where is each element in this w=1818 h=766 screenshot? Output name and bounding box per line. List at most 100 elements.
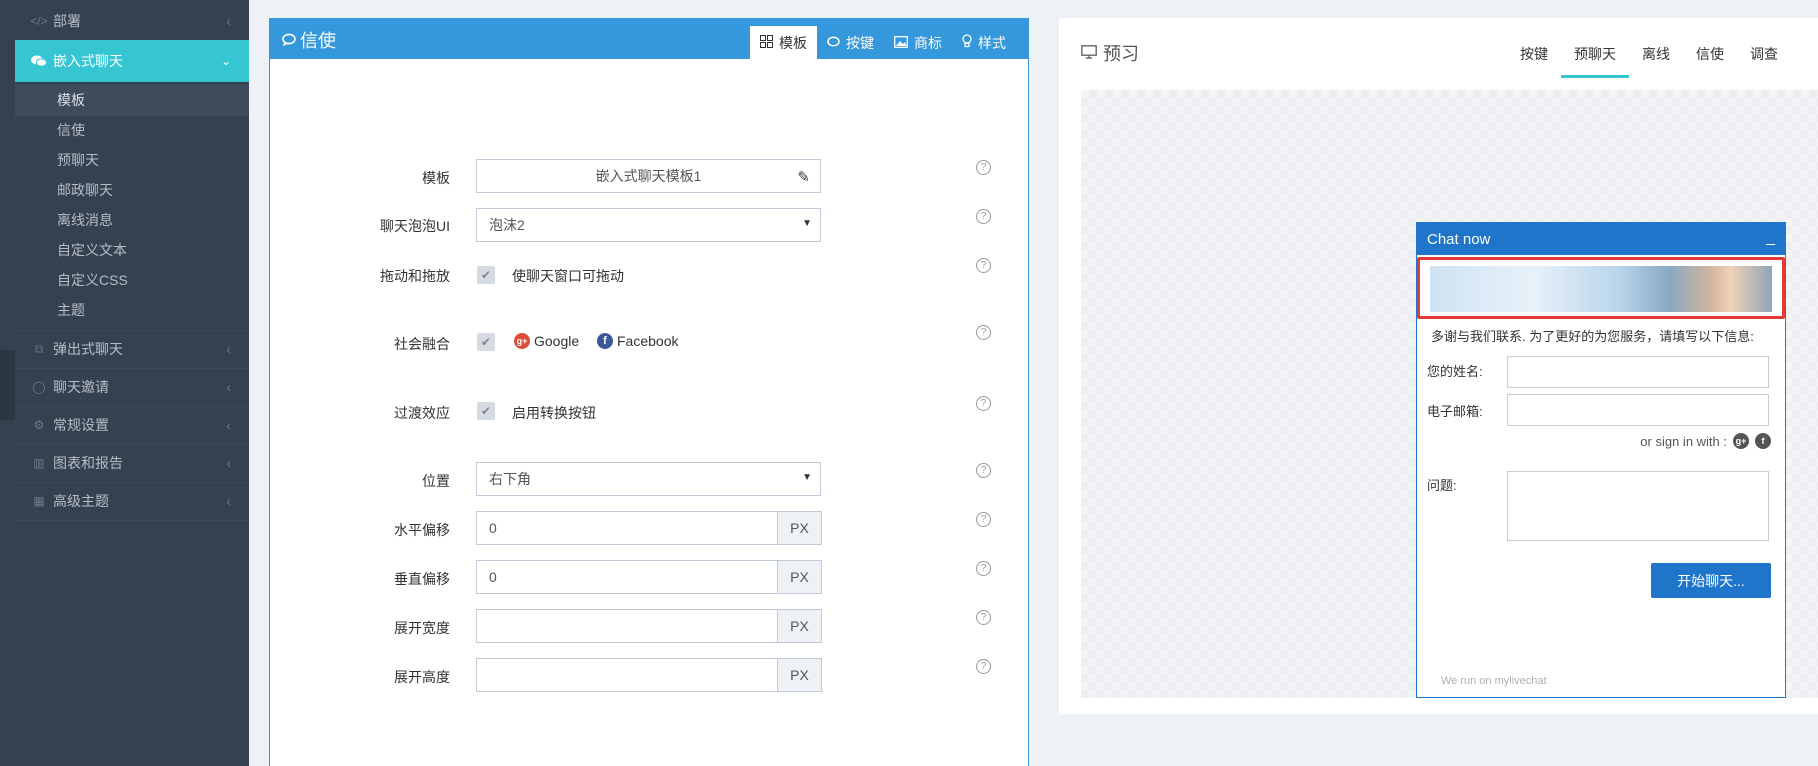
banner-highlight xyxy=(1417,257,1785,319)
sidebar-item-chat-invite[interactable]: ◯ 聊天邀请 ‹ xyxy=(15,368,249,406)
drag-checkbox-label: 使聊天窗口可拖动 xyxy=(512,268,624,284)
transition-label: 过渡效应 xyxy=(394,405,450,421)
panel-title: 信使 xyxy=(282,27,336,53)
sidebar-subitem-messenger[interactable]: 信使 xyxy=(15,114,249,146)
tab-label: 商标 xyxy=(914,34,942,51)
horizontal-offset-label: 水平偏移 xyxy=(394,522,450,538)
signin-row: or sign in with : g+ f xyxy=(1640,433,1771,449)
chevron-left-icon: ‹ xyxy=(226,417,231,433)
start-chat-button[interactable]: 开始聊天... xyxy=(1651,563,1771,598)
help-icon[interactable]: ? xyxy=(976,659,991,674)
sidebar-item-label: 聊天邀请 xyxy=(53,379,109,395)
vertical-offset-input[interactable]: 0 xyxy=(476,560,778,594)
name-input[interactable] xyxy=(1507,356,1769,388)
sidebar-item-label: 高级主题 xyxy=(53,493,109,509)
sidebar-subitem-custom-css[interactable]: 自定义CSS xyxy=(15,264,249,296)
tab-template[interactable]: 模板 xyxy=(750,26,817,59)
sidebar-subitem-theme[interactable]: 主题 xyxy=(15,294,249,326)
expand-width-input[interactable] xyxy=(476,609,778,643)
help-icon[interactable]: ? xyxy=(976,512,991,527)
bubble-ui-select[interactable]: 泡沫2 ▼ xyxy=(476,208,821,242)
position-select[interactable]: 右下角 ▼ xyxy=(476,462,821,496)
google-option[interactable]: g+ Google xyxy=(514,333,579,349)
help-icon[interactable]: ? xyxy=(976,396,991,411)
template-value: 嵌入式聊天模板1 xyxy=(595,168,702,184)
transition-checkbox[interactable]: ✔ xyxy=(477,402,495,420)
minimize-button[interactable]: _ xyxy=(1766,229,1775,247)
comments-icon xyxy=(31,53,47,69)
monitor-icon xyxy=(1081,43,1097,64)
preview-tab-messenger[interactable]: 信使 xyxy=(1683,44,1737,78)
tab-button[interactable]: 按键 xyxy=(817,26,884,59)
preview-tab-button[interactable]: 按键 xyxy=(1507,44,1561,78)
horizontal-offset-input[interactable]: 0 xyxy=(476,511,778,545)
sidebar: </> 部署 ‹ 嵌入式聊天 ⌄ 模板 信使 预聊天 邮政聊天 离线消息 自定义… xyxy=(0,0,249,766)
signin-text: or sign in with : xyxy=(1640,433,1727,449)
transition-checkbox-label: 启用转换按钮 xyxy=(512,405,596,421)
help-icon[interactable]: ? xyxy=(976,561,991,576)
sidebar-item-deploy[interactable]: </> 部署 ‹ xyxy=(15,2,249,40)
code-icon: </> xyxy=(30,14,48,28)
table-icon: ▦ xyxy=(33,494,45,508)
sidebar-divider xyxy=(15,520,249,521)
help-icon[interactable]: ? xyxy=(976,209,991,224)
px-addon: PX xyxy=(778,658,822,692)
sidebar-item-advanced-theme[interactable]: ▦ 高级主题 ‹ xyxy=(15,482,249,520)
sidebar-item-label: 常规设置 xyxy=(53,417,109,433)
tab-style[interactable]: 样式 xyxy=(952,26,1016,59)
drag-drop-label: 拖动和拖放 xyxy=(380,268,450,284)
preview-tabs: 按键 预聊天 离线 信使 调查 xyxy=(1507,44,1791,78)
caret-down-icon: ▼ xyxy=(802,472,812,483)
chevron-left-icon: ‹ xyxy=(226,455,231,471)
lightbulb-icon xyxy=(962,34,972,51)
sidebar-item-embedded-chat[interactable]: 嵌入式聊天 ⌄ xyxy=(15,40,249,82)
expand-width-label: 展开宽度 xyxy=(394,620,450,636)
chevron-left-icon: ‹ xyxy=(226,341,231,357)
template-field[interactable]: 嵌入式聊天模板1 ✎ xyxy=(476,159,821,193)
powered-by-text: We run on mylivechat xyxy=(1441,675,1547,687)
help-icon[interactable]: ? xyxy=(976,325,991,340)
px-addon: PX xyxy=(778,560,822,594)
preview-title: 预习 xyxy=(1081,40,1139,66)
preview-title-text: 预习 xyxy=(1103,44,1139,64)
vertical-offset-value: 0 xyxy=(489,569,497,585)
email-label: 电子邮箱: xyxy=(1427,404,1483,419)
tab-logo[interactable]: 商标 xyxy=(884,26,952,59)
sidebar-item-label: 图表和报告 xyxy=(53,455,123,471)
pencil-icon[interactable]: ✎ xyxy=(797,168,810,186)
preview-tab-prechat[interactable]: 预聊天 xyxy=(1561,44,1629,78)
email-input[interactable] xyxy=(1507,394,1769,426)
tab-label: 按键 xyxy=(846,34,874,51)
facebook-label: Facebook xyxy=(617,333,679,349)
sidebar-subitem-postchat[interactable]: 邮政聊天 xyxy=(15,174,249,206)
sidebar-subitem-template[interactable]: 模板 xyxy=(15,84,249,116)
social-checkbox[interactable]: ✔ xyxy=(477,333,495,351)
sidebar-item-charts-reports[interactable]: ▥ 图表和报告 ‹ xyxy=(15,444,249,482)
comment-icon xyxy=(827,35,840,51)
sidebar-subitem-offline[interactable]: 离线消息 xyxy=(15,204,249,236)
help-icon[interactable]: ? xyxy=(976,258,991,273)
facebook-option[interactable]: f Facebook xyxy=(597,333,678,349)
drag-checkbox[interactable]: ✔ xyxy=(477,266,495,284)
preview-tab-survey[interactable]: 调查 xyxy=(1737,44,1791,78)
sidebar-item-popup-chat[interactable]: ⧉ 弹出式聊天 ‹ xyxy=(15,330,249,368)
comment-icon xyxy=(282,30,296,51)
help-icon[interactable]: ? xyxy=(976,463,991,478)
sidebar-subitem-custom-text[interactable]: 自定义文本 xyxy=(15,234,249,266)
google-plus-icon[interactable]: g+ xyxy=(1733,433,1749,449)
position-value: 右下角 xyxy=(489,471,531,487)
social-label: 社会融合 xyxy=(394,336,450,352)
help-icon[interactable]: ? xyxy=(976,610,991,625)
banner-image xyxy=(1430,266,1772,312)
sidebar-subitem-prechat[interactable]: 预聊天 xyxy=(15,144,249,176)
preview-tab-offline[interactable]: 离线 xyxy=(1629,44,1683,78)
cogs-icon: ⚙ xyxy=(33,418,45,432)
help-icon[interactable]: ? xyxy=(976,160,991,175)
question-textarea[interactable] xyxy=(1507,471,1769,541)
bubble-ui-label: 聊天泡泡UI xyxy=(380,218,450,234)
sidebar-item-general-settings[interactable]: ⚙ 常规设置 ‹ xyxy=(15,406,249,444)
facebook-icon[interactable]: f xyxy=(1755,433,1771,449)
grid-icon xyxy=(760,34,773,51)
expand-height-input[interactable] xyxy=(476,658,778,692)
tab-label: 模板 xyxy=(779,34,807,51)
